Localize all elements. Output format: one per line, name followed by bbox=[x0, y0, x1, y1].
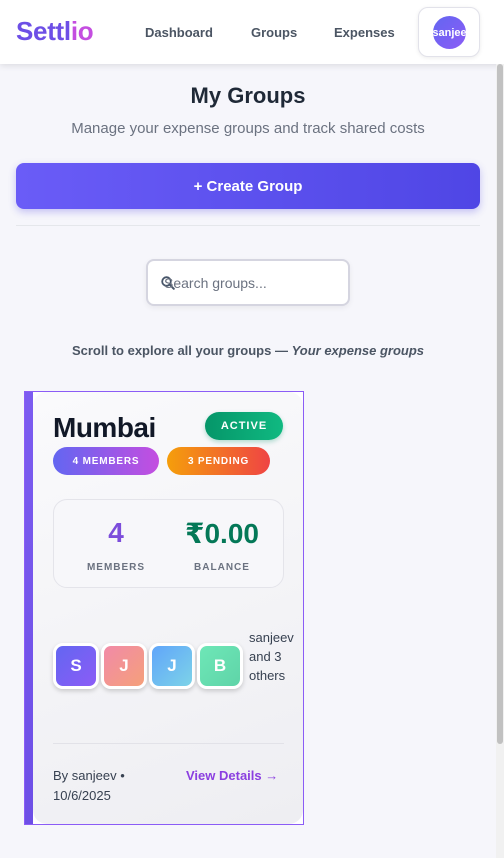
member-avatar: J bbox=[101, 643, 147, 689]
top-navbar: Settlio Dashboard Groups Expenses sanjee bbox=[0, 0, 504, 64]
card-divider bbox=[53, 743, 284, 744]
page-subtitle: Manage your expense groups and track sha… bbox=[71, 120, 425, 137]
app-logo[interactable]: Settlio bbox=[16, 16, 94, 47]
member-avatar: B bbox=[197, 643, 243, 689]
members-stat-value: 4 bbox=[108, 517, 124, 548]
pending-count-badge: 3 PENDING bbox=[167, 447, 270, 475]
group-name: Mumbai bbox=[53, 412, 156, 443]
members-stat-label: MEMBERS bbox=[86, 562, 146, 573]
nav-dashboard[interactable]: Dashboard bbox=[145, 25, 213, 40]
search-input[interactable] bbox=[164, 271, 344, 295]
nav-expenses[interactable]: Expenses bbox=[334, 25, 395, 40]
explore-hint: Scroll to explore all your groups — Your… bbox=[0, 343, 496, 358]
logo-text-accent: io bbox=[70, 16, 94, 46]
group-card-body: Mumbai ACTIVE 4 MEMBERS 3 PENDING 4 MEMB… bbox=[33, 392, 303, 824]
card-accent-stripe bbox=[25, 392, 33, 824]
section-divider bbox=[16, 225, 480, 226]
group-card[interactable]: Mumbai ACTIVE 4 MEMBERS 3 PENDING 4 MEMB… bbox=[24, 391, 304, 825]
balance-stat-label: BALANCE bbox=[194, 562, 250, 573]
members-summary: sanjeev and 3 others bbox=[249, 630, 294, 683]
create-group-button[interactable]: + Create Group bbox=[16, 163, 480, 209]
scrollbar-thumb[interactable] bbox=[497, 64, 503, 744]
explore-hint-emphasis: Your expense groups bbox=[291, 343, 425, 358]
balance-stat-value: ₹0.00 bbox=[185, 518, 259, 549]
user-avatar: sanjee bbox=[433, 16, 466, 49]
explore-hint-text: Scroll to explore all your groups — bbox=[71, 343, 292, 358]
view-details-link[interactable]: View Details → bbox=[186, 766, 286, 786]
member-avatar: S bbox=[53, 643, 99, 689]
status-badge: ACTIVE bbox=[205, 412, 283, 440]
created-by-info: By sanjeev • 10/6/2025 bbox=[53, 768, 125, 803]
user-menu-button[interactable]: sanjee bbox=[418, 7, 480, 57]
search-box[interactable] bbox=[146, 259, 350, 306]
members-count-badge: 4 MEMBERS bbox=[53, 447, 159, 475]
nav-groups[interactable]: Groups bbox=[251, 25, 297, 40]
member-avatar: J bbox=[149, 643, 195, 689]
page-title: My Groups bbox=[190, 83, 306, 108]
page-scrollbar[interactable] bbox=[496, 64, 504, 858]
group-stats: 4 MEMBERS ₹0.00 BALANCE bbox=[53, 499, 284, 588]
logo-text-main: Settl bbox=[16, 16, 71, 46]
